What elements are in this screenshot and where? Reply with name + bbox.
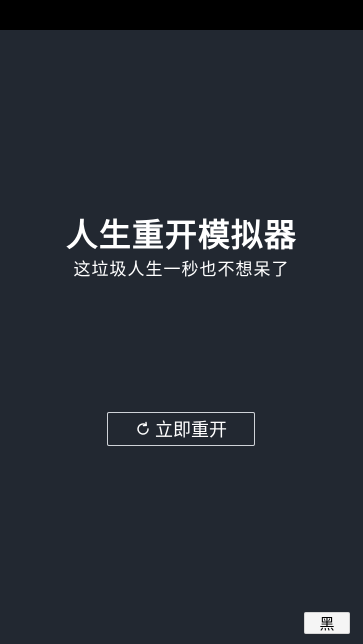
restart-button[interactable]: 立即重开 <box>107 412 255 446</box>
app-title: 人生重开模拟器 <box>65 216 297 254</box>
status-bar <box>0 0 363 30</box>
app-subtitle: 这垃圾人生一秒也不想呆了 <box>73 260 290 280</box>
refresh-icon <box>135 421 151 437</box>
theme-toggle-button[interactable]: 黑 <box>304 612 350 634</box>
app-screen: 人生重开模拟器 这垃圾人生一秒也不想呆了 立即重开 黑 <box>0 30 363 644</box>
restart-button-label: 立即重开 <box>155 420 227 441</box>
